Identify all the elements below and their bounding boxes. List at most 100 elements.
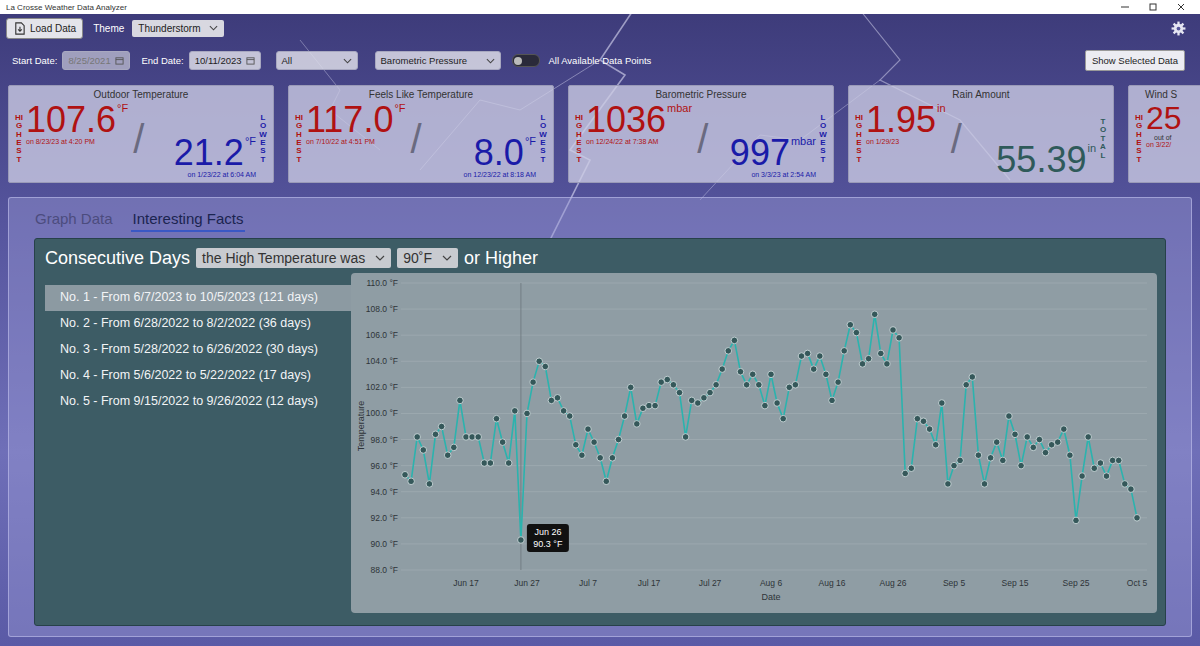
data-point[interactable] (1109, 457, 1116, 464)
data-point[interactable] (1018, 462, 1025, 469)
data-point[interactable] (579, 452, 586, 459)
data-point[interactable] (420, 447, 427, 454)
data-point[interactable] (432, 431, 439, 438)
data-point[interactable] (646, 402, 653, 409)
data-point[interactable] (438, 423, 445, 430)
data-point[interactable] (768, 371, 775, 378)
data-point[interactable] (475, 434, 482, 441)
gear-icon[interactable] (1171, 21, 1186, 36)
data-point[interactable] (512, 408, 519, 415)
data-point[interactable] (627, 384, 634, 391)
data-point[interactable] (774, 400, 781, 407)
data-point[interactable] (1054, 439, 1061, 446)
data-point[interactable] (829, 397, 836, 404)
data-point[interactable] (634, 421, 641, 428)
data-point[interactable] (524, 410, 531, 417)
data-point[interactable] (725, 348, 732, 355)
data-point[interactable] (902, 470, 909, 477)
data-point[interactable] (890, 327, 897, 334)
data-point[interactable] (713, 381, 720, 388)
all-points-toggle[interactable] (512, 54, 540, 67)
tab[interactable]: Interesting Facts (131, 210, 246, 232)
data-point[interactable] (792, 381, 799, 388)
data-point[interactable] (530, 379, 537, 386)
data-point[interactable] (957, 457, 964, 464)
data-point[interactable] (609, 455, 616, 462)
data-point[interactable] (542, 363, 549, 370)
data-point[interactable] (451, 444, 458, 451)
data-point[interactable] (426, 481, 433, 488)
data-point[interactable] (1103, 473, 1110, 480)
data-point[interactable] (695, 400, 702, 407)
data-point[interactable] (1122, 481, 1129, 488)
theme-select[interactable]: Thunderstorm (132, 20, 223, 37)
data-point[interactable] (1048, 441, 1055, 448)
data-point[interactable] (1061, 426, 1068, 433)
data-point[interactable] (823, 371, 830, 378)
close-icon[interactable] (1176, 2, 1186, 12)
data-point[interactable] (756, 381, 763, 388)
data-point[interactable] (1085, 434, 1092, 441)
data-point[interactable] (1024, 434, 1031, 441)
data-point[interactable] (682, 434, 689, 441)
data-point[interactable] (1000, 457, 1007, 464)
data-point[interactable] (737, 368, 744, 375)
data-point[interactable] (810, 366, 817, 373)
data-point[interactable] (1012, 431, 1019, 438)
data-point[interactable] (884, 361, 891, 368)
data-point[interactable] (444, 452, 451, 459)
data-point[interactable] (518, 537, 525, 544)
data-point[interactable] (664, 376, 671, 383)
data-point[interactable] (951, 462, 958, 469)
data-point[interactable] (493, 415, 500, 422)
data-point[interactable] (566, 413, 573, 420)
data-point[interactable] (670, 381, 677, 388)
data-point[interactable] (1073, 517, 1080, 524)
data-point[interactable] (1036, 436, 1043, 443)
data-point[interactable] (463, 434, 470, 441)
data-point[interactable] (981, 481, 988, 488)
data-point[interactable] (505, 460, 512, 467)
data-point[interactable] (1030, 444, 1037, 451)
data-point[interactable] (688, 397, 695, 404)
data-point[interactable] (847, 321, 854, 328)
data-point[interactable] (987, 455, 994, 462)
streak-item[interactable]: No. 1 - From 6/7/2023 to 10/5/2023 (121 … (45, 285, 351, 311)
data-point[interactable] (969, 374, 976, 381)
data-point[interactable] (591, 439, 598, 446)
data-point[interactable] (835, 379, 842, 386)
data-point[interactable] (804, 350, 811, 357)
data-point[interactable] (926, 426, 933, 433)
data-point[interactable] (652, 402, 659, 409)
data-point[interactable] (932, 441, 939, 448)
data-point[interactable] (707, 389, 714, 396)
data-point[interactable] (1128, 486, 1135, 493)
data-point[interactable] (945, 481, 952, 488)
data-point[interactable] (762, 402, 769, 409)
data-point[interactable] (499, 439, 506, 446)
threshold-select[interactable]: 90˚F (397, 248, 458, 268)
data-point[interactable] (908, 465, 915, 472)
data-point[interactable] (939, 400, 946, 407)
data-point[interactable] (585, 426, 592, 433)
data-point[interactable] (865, 355, 872, 362)
maximize-icon[interactable] (1148, 2, 1158, 12)
data-point[interactable] (878, 350, 885, 357)
data-point[interactable] (621, 413, 628, 420)
data-point[interactable] (920, 418, 927, 425)
data-point[interactable] (780, 415, 787, 422)
data-point[interactable] (975, 452, 982, 459)
data-point[interactable] (573, 441, 580, 448)
data-point[interactable] (615, 436, 622, 443)
streak-item[interactable]: No. 4 - From 5/6/2022 to 5/22/2022 (17 d… (45, 363, 351, 389)
data-point[interactable] (658, 379, 665, 386)
data-point[interactable] (487, 460, 494, 467)
data-point[interactable] (993, 439, 1000, 446)
data-point[interactable] (786, 384, 793, 391)
data-point[interactable] (408, 478, 415, 485)
data-point[interactable] (853, 329, 860, 336)
data-point[interactable] (414, 434, 421, 441)
data-point[interactable] (701, 395, 708, 402)
data-point[interactable] (798, 353, 805, 360)
data-point[interactable] (469, 434, 476, 441)
